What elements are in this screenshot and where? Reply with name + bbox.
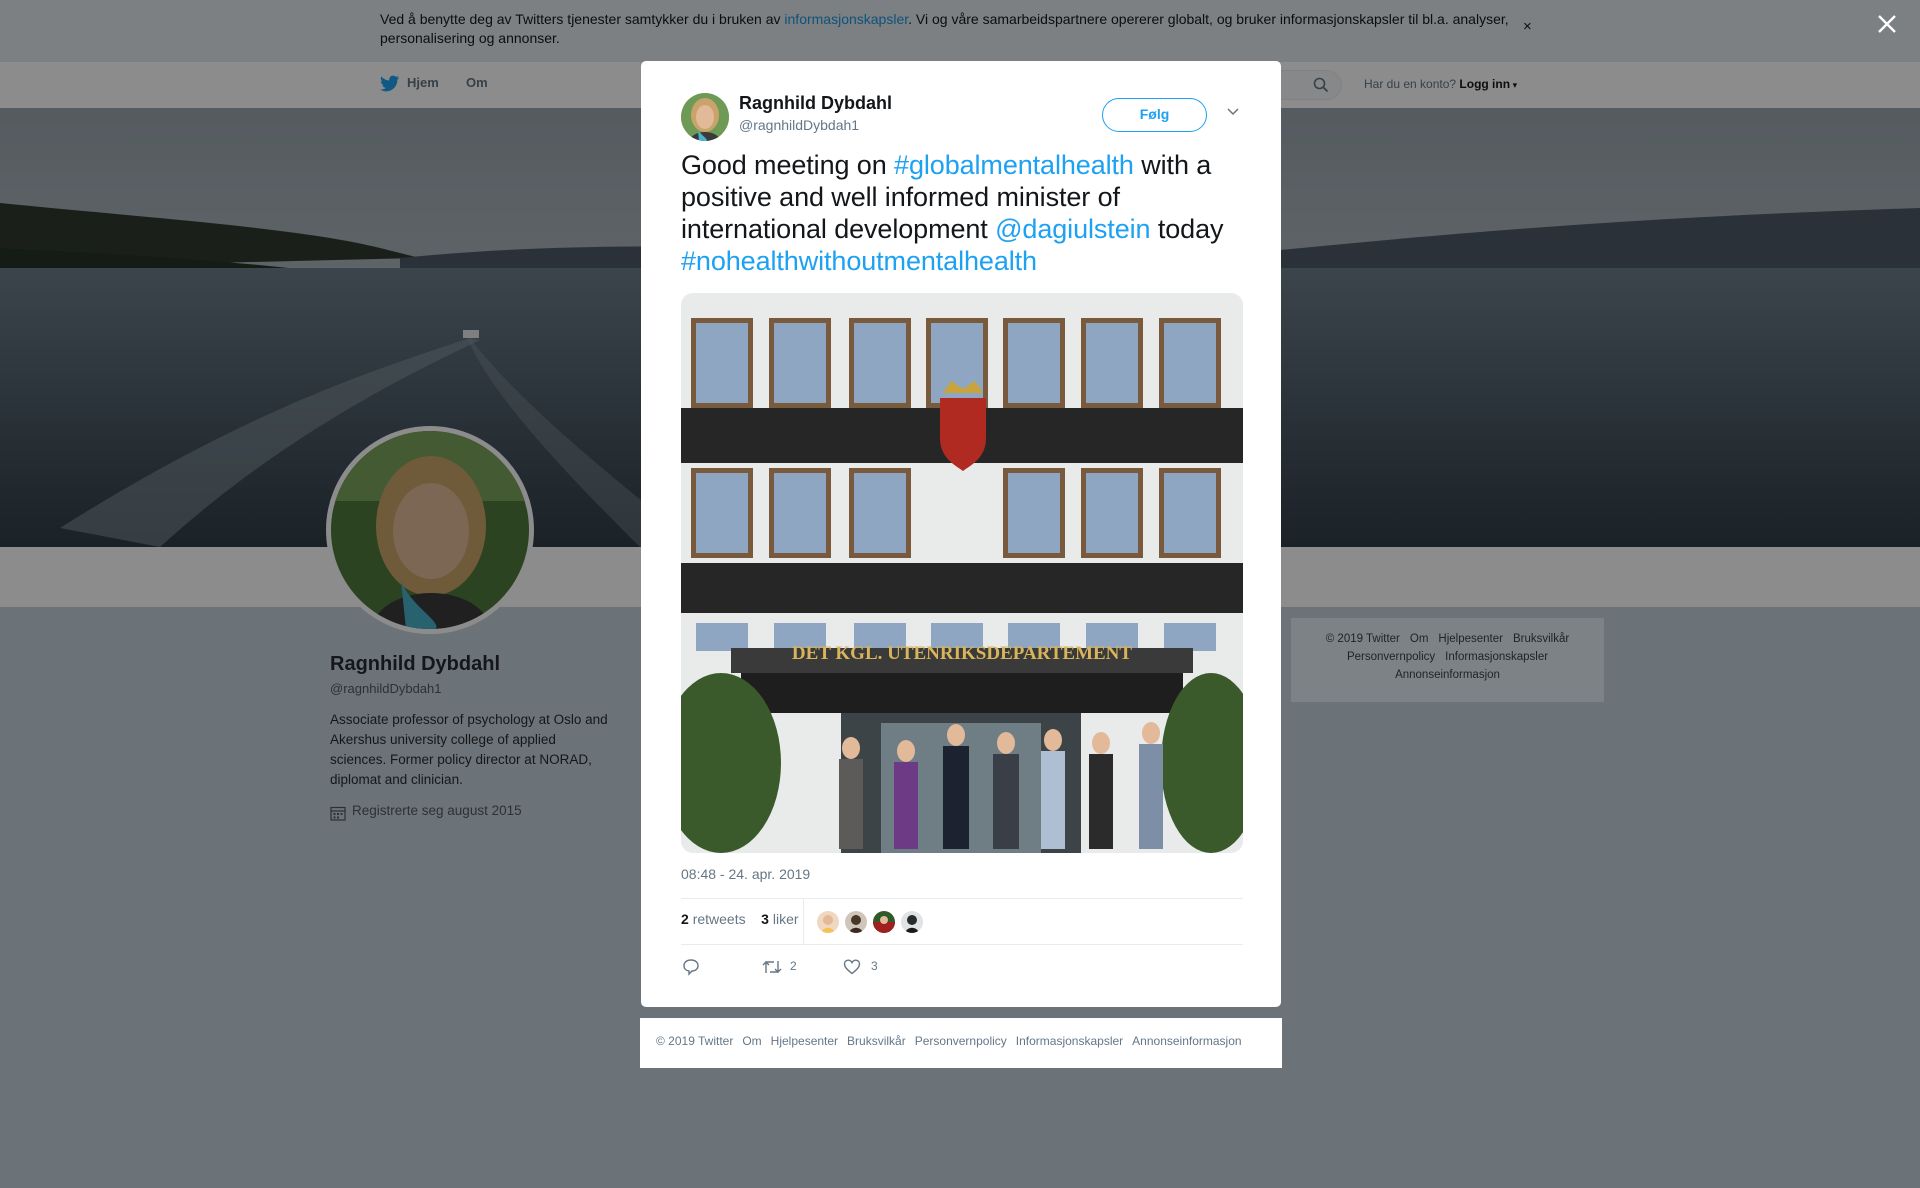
footer-copyright: © 2019 Twitter [656,1034,734,1048]
footer-link-cookies[interactable]: Informasjonskapsler [1016,1034,1123,1048]
footer-copyright: © 2019 Twitter [1325,633,1400,645]
liker-avatar[interactable] [815,909,841,935]
tweet-stats: 2 retweets 3 liker [681,911,799,927]
nav-about-link[interactable]: Om [466,75,488,90]
profile-name: Ragnhild Dybdahl [330,653,500,675]
tweet-modal: Ragnhild Dybdahl @ragnhildDybdah1 Følg G… [641,61,1281,1007]
tweet-photo[interactable]: DET KGL. UTENRIKSDEPARTEMENT [681,293,1243,853]
tweet-text: Good meeting on #globalmentalhealth with… [681,150,1224,276]
footer-link-help[interactable]: Hjelpesenter [771,1034,838,1048]
author-avatar-photo [681,93,729,141]
liker-avatar[interactable] [899,909,925,935]
search-icon[interactable] [1313,77,1329,93]
hashtag-link[interactable]: #globalmentalhealth [894,150,1134,180]
building-photo: DET KGL. UTENRIKSDEPARTEMENT [681,293,1243,853]
footer-link-privacy[interactable]: Personvernpolicy [1347,651,1435,663]
cookie-policy-link[interactable]: informasjonskapsler [784,11,908,27]
footer-link-privacy[interactable]: Personvernpolicy [915,1034,1007,1048]
profile-handle: @ragnhildDybdah1 [330,681,442,696]
chevron-down-icon: ▾ [1510,80,1518,90]
photo-sign-text: DET KGL. UTENRIKSDEPARTEMENT [792,643,1132,664]
reply-icon [683,959,699,976]
twitter-bird-icon [380,75,400,92]
modal-footer: © 2019 Twitter Om Hjelpesenter Bruksvilkår P… [640,1018,1282,1068]
tweet-author-avatar[interactable] [681,93,729,141]
cookie-banner: Ved å benytte deg av Twitters tjenester … [0,0,1920,62]
nav-home-link[interactable]: Hjem [407,75,439,90]
cookie-close-button[interactable]: × [1523,18,1532,35]
profile-avatar[interactable] [326,426,534,634]
tweet-author-name[interactable]: Ragnhild Dybdahl [739,93,892,114]
footer-link-help[interactable]: Hjelpesenter [1438,633,1503,645]
calendar-icon [330,806,346,821]
profile-joined-date: Registrerte seg august 2015 [352,803,522,818]
footer-link-about[interactable]: Om [1410,633,1429,645]
side-footer: © 2019 Twitter Om Hjelpesenter Bruksvilkår … [1291,618,1604,702]
retweet-icon [762,961,782,973]
footer-link-ads-info[interactable]: Annonseinformasjon [1395,669,1500,681]
close-icon[interactable] [1876,13,1898,35]
likes-stat[interactable]: 3 liker [761,911,798,927]
divider [803,898,804,944]
divider [681,944,1243,945]
login-link[interactable]: Logg inn [1459,77,1510,91]
footer-link-about[interactable]: Om [742,1034,761,1048]
chevron-down-icon[interactable] [1226,107,1240,117]
avatar-photo [331,431,529,629]
footer-link-terms[interactable]: Bruksvilkår [847,1034,906,1048]
mention-link[interactable]: @dagiulstein [995,214,1150,244]
heart-icon [843,959,861,975]
footer-link-terms[interactable]: Bruksvilkår [1513,633,1569,645]
liker-avatar[interactable] [843,909,869,935]
tweet-author-handle[interactable]: @ragnhildDybdah1 [739,117,859,133]
divider [681,898,1243,899]
liker-avatar[interactable] [871,909,897,935]
profile-bio: Associate professor of psychology at Osl… [330,712,608,787]
account-prompt: Har du en konto? Logg inn ▾ [1364,77,1518,91]
footer-link-ads-info[interactable]: Annonseinformasjon [1132,1034,1241,1048]
cookie-text: Ved å benytte deg av Twitters tjenester … [380,11,1509,46]
hashtag-link[interactable]: #nohealthwithoutmentalhealth [681,246,1037,276]
retweets-stat[interactable]: 2 retweets [681,911,746,927]
follow-button[interactable]: Følg [1102,98,1207,132]
tweet-timestamp[interactable]: 08:48 - 24. apr. 2019 [681,866,810,882]
footer-link-cookies[interactable]: Informasjonskapsler [1445,651,1548,663]
